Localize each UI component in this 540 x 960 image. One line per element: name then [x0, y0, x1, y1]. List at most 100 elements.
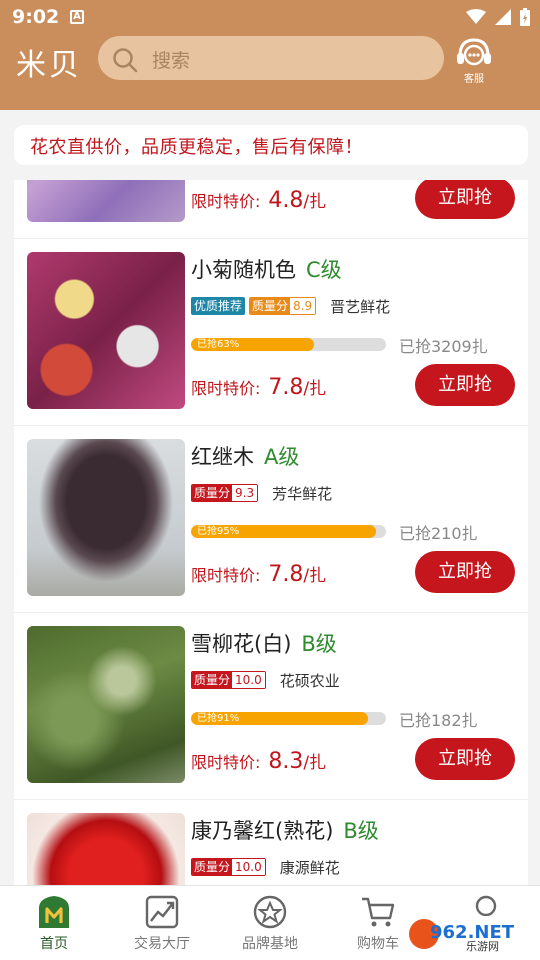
- sales-progress-bar: 已抢63%: [191, 338, 386, 351]
- product-image: [27, 626, 185, 783]
- vendor-name: 康源鲜花: [279, 858, 340, 877]
- vendor-name: 芳华鲜花: [272, 484, 333, 503]
- product-name: 红继木: [191, 445, 254, 469]
- product-name: 小菊随机色: [191, 258, 296, 282]
- price-value: 7.8: [268, 375, 304, 400]
- sold-count: 已抢3209扎: [399, 337, 488, 356]
- notice-banner: 花农直供价，品质更稳定，售后有保障！: [14, 125, 528, 165]
- product-grade: B级: [301, 632, 337, 656]
- price-unit: /扎: [303, 566, 327, 586]
- product-name: 雪柳花(白): [191, 632, 292, 656]
- product-image: [27, 439, 185, 596]
- nav-trade-hall[interactable]: 交易大厅: [108, 886, 216, 960]
- quality-score: 10.0: [232, 859, 265, 875]
- quality-score: 8.9: [290, 298, 316, 314]
- search-placeholder: 搜索: [152, 50, 191, 72]
- product-title: 小菊随机色 C级: [191, 254, 342, 284]
- chart-icon: [145, 895, 179, 929]
- price-value: 7.8: [268, 562, 304, 587]
- price-row: 限时特价: 7.8 /扎: [191, 374, 326, 400]
- signal-icon: [495, 9, 511, 25]
- status-icons: [466, 8, 530, 26]
- search-icon: [113, 48, 138, 73]
- price-value: 8.3: [268, 749, 304, 774]
- progress-text: 已抢91%: [197, 713, 240, 724]
- price-row: 限时特价: 7.8 /扎: [191, 561, 326, 587]
- product-image: [27, 252, 185, 409]
- product-item[interactable]: 雪柳花(白) B级 质量分 10.0 花硕农业 已抢91% 已抢182扎 限时特…: [14, 613, 528, 800]
- product-tags: 优质推荐 质量分 8.9 晋艺鲜花: [191, 296, 390, 316]
- recommend-badge: 优质推荐: [191, 297, 246, 315]
- product-tags: 质量分 10.0 花硕农业: [191, 670, 340, 690]
- quality-label: 质量分: [192, 672, 233, 688]
- notification-icon: A: [70, 10, 84, 24]
- search-bar[interactable]: 搜索: [98, 36, 444, 80]
- product-title: 雪柳花(白) B级: [191, 628, 337, 658]
- nav-home[interactable]: 首页: [0, 886, 108, 960]
- quality-label: 质量分: [250, 298, 291, 314]
- quality-badge: 质量分 8.9: [249, 297, 317, 315]
- quality-badge: 质量分 10.0: [191, 671, 266, 689]
- price-unit: /扎: [303, 753, 327, 773]
- product-item[interactable]: 康乃馨红(熟花) B级 质量分 10.0 康源鲜花: [14, 800, 528, 885]
- quality-score: 10.0: [232, 672, 265, 688]
- home-icon: [39, 896, 69, 928]
- sold-count: 已抢210扎: [399, 524, 478, 543]
- price-label: 限时特价:: [191, 192, 261, 211]
- cart-icon: [362, 897, 395, 927]
- nav-brand-base[interactable]: 品牌基地: [216, 886, 324, 960]
- product-image: [27, 180, 185, 222]
- product-item[interactable]: 红继木 A级 质量分 9.3 芳华鲜花 已抢95% 已抢210扎 限时特价: 7…: [14, 426, 528, 613]
- buy-button[interactable]: 立即抢: [415, 738, 515, 780]
- price-unit: /扎: [303, 379, 327, 399]
- buy-button[interactable]: 立即抢: [415, 180, 515, 219]
- product-tags: 质量分 10.0 康源鲜花: [191, 857, 340, 877]
- quality-score: 9.3: [232, 485, 258, 501]
- buy-button[interactable]: 立即抢: [415, 364, 515, 406]
- wifi-icon: [466, 9, 486, 24]
- product-item[interactable]: 小菊随机色 C级 优质推荐 质量分 8.9 晋艺鲜花 已抢63% 已抢3209扎…: [14, 239, 528, 426]
- quality-badge: 质量分 10.0: [191, 858, 266, 876]
- product-grade: C级: [306, 258, 342, 282]
- product-list[interactable]: 限时特价: 4.8 /扎 立即抢 小菊随机色 C级 优质推荐 质量分 8.9 晋…: [14, 180, 528, 885]
- price-label: 限时特价:: [191, 753, 261, 772]
- status-time: 9:02: [12, 6, 60, 28]
- battery-icon: [520, 8, 530, 26]
- service-label: 客服: [464, 74, 484, 85]
- product-grade: A级: [264, 445, 300, 469]
- product-title: 红继木 A级: [191, 441, 299, 471]
- price-row: 限时特价: 8.3 /扎: [191, 748, 326, 774]
- progress-text: 已抢63%: [197, 339, 240, 350]
- headset-icon: [457, 38, 491, 66]
- quality-badge: 质量分 9.3: [191, 484, 259, 502]
- app-logo: 米贝: [16, 48, 82, 83]
- nav-label: 品牌基地: [242, 936, 298, 952]
- nav-label: 首页: [40, 936, 68, 952]
- buy-button[interactable]: 立即抢: [415, 551, 515, 593]
- quality-label: 质量分: [192, 859, 233, 875]
- price-row: 限时特价: 4.8 /扎: [191, 187, 326, 213]
- product-name: 康乃馨红(熟花): [191, 819, 334, 843]
- app-header: 9:02 A 米贝 搜索 客服: [0, 0, 540, 110]
- nav-label: 交易大厅: [134, 936, 190, 952]
- product-tags: 质量分 9.3 芳华鲜花: [191, 483, 332, 503]
- site-watermark: 962.NET 乐游网: [404, 916, 532, 953]
- app-bar: 米贝 搜索 客服: [0, 36, 540, 86]
- watermark-subtext: 乐游网: [466, 940, 499, 953]
- sold-count: 已抢182扎: [399, 711, 478, 730]
- product-title: 康乃馨红(熟花) B级: [191, 815, 379, 845]
- price-unit: /扎: [303, 192, 327, 212]
- product-image: [27, 813, 185, 885]
- price-label: 限时特价:: [191, 379, 261, 398]
- customer-service-button[interactable]: 客服: [454, 36, 494, 86]
- notice-text: 花农直供价，品质更稳定，售后有保障！: [30, 137, 363, 158]
- sales-progress-bar: 已抢95%: [191, 525, 386, 538]
- sales-progress-bar: 已抢91%: [191, 712, 386, 725]
- progress-text: 已抢95%: [197, 526, 240, 537]
- price-value: 4.8: [268, 188, 304, 213]
- product-grade: B级: [343, 819, 379, 843]
- vendor-name: 花硕农业: [279, 671, 340, 690]
- badge-icon: [253, 895, 287, 929]
- vendor-name: 晋艺鲜花: [330, 297, 391, 316]
- product-item-partial[interactable]: 限时特价: 4.8 /扎 立即抢: [14, 180, 528, 239]
